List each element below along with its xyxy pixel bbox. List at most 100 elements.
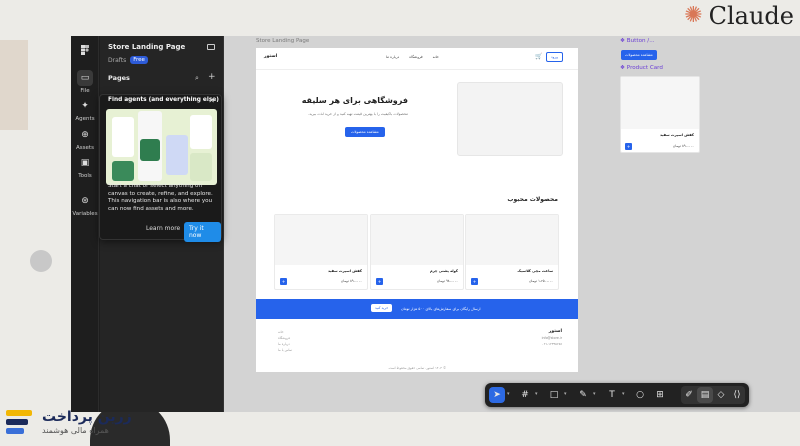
chevron-down-icon[interactable]: ▾ [564, 391, 567, 397]
footer-contact: info@store.ir [541, 336, 562, 340]
claude-wordmark: Claude [708, 2, 794, 30]
rail-label: Assets [76, 145, 94, 151]
zarinpal-mark-icon [6, 408, 36, 436]
product-price: ۱،۲۵۰،۰۰۰ تومان [528, 279, 553, 283]
popover-title: Find agents (and everything else) [108, 97, 219, 103]
claude-logo: ✺ Claude [684, 2, 794, 30]
background-shape [0, 40, 28, 130]
product-price: ۹۸۰،۰۰۰ تومان [436, 279, 458, 283]
close-icon[interactable]: ✕ [208, 96, 215, 105]
bottom-toolbar: ➤ ▾ # ▾ □ ▾ ✎ ▾ T ▾ ○ ⊞ ✐ ▤ ◇ ⟨⟩ [485, 383, 749, 407]
product-name: کفش اسپرت سفید [659, 133, 694, 137]
popover-illustration [106, 109, 217, 185]
rail-item-file[interactable]: ▭ File [71, 70, 99, 94]
product-image [275, 215, 367, 265]
illustration-card [112, 161, 134, 181]
nav-link[interactable]: درباره ما [386, 55, 399, 59]
comment-tool-icon[interactable]: ○ [632, 387, 648, 403]
drafts-label[interactable]: Drafts [108, 57, 126, 64]
panel-toggle-icon[interactable] [207, 44, 215, 50]
claude-star-icon: ✺ [684, 3, 703, 28]
design-mode-icon[interactable]: ▤ [697, 387, 713, 403]
learn-more-button[interactable]: Learn more [146, 225, 180, 232]
illustration-card [140, 139, 160, 161]
agents-icon: ✦ [81, 101, 89, 111]
component-label-card[interactable]: ❖ Product Card [620, 65, 663, 71]
promo-banner: ارسال رایگان برای سفارش‌های بالای ۵۰۰ هز… [256, 299, 578, 319]
mode-switcher: ✐ ▤ ◇ ⟨⟩ [681, 386, 745, 404]
nav-link[interactable]: خانه [433, 55, 439, 59]
product-card[interactable]: کفش اسپرت سفید ۸۹۰،۰۰۰ تومان + [274, 214, 368, 290]
footer-brand: استور [548, 329, 562, 334]
component-label-button[interactable]: ❖ Button /... [620, 38, 655, 44]
nav-link[interactable]: فروشگاه [409, 55, 422, 59]
canvas[interactable]: Store Landing Page استور درباره ما فروشگ… [224, 36, 800, 412]
illustration-card [190, 153, 212, 181]
product-name: کفش اسپرت سفید [327, 269, 362, 273]
add-to-cart-icon[interactable]: + [471, 278, 478, 285]
background-dot [30, 250, 52, 272]
file-title[interactable]: Store Landing Page [108, 43, 185, 51]
site-navbar: استور درباره ما فروشگاه خانه 🛒 ورود [256, 48, 578, 70]
add-to-cart-icon[interactable]: + [280, 278, 287, 285]
banner-button[interactable]: خرید کنید [371, 304, 393, 312]
prototype-mode-icon[interactable]: ◇ [713, 387, 729, 403]
site-nav-links: درباره ما فروشگاه خانه [386, 55, 439, 59]
product-price: ۸۹۰،۰۰۰ تومان [672, 144, 694, 148]
design-app-window: ▭ File ✦ Agents ⊕ Assets ▣ Tools ⊛ Varia… [71, 36, 800, 412]
search-icon[interactable]: ⌕ [195, 74, 199, 83]
component-product-card[interactable]: کفش اسپرت سفید ۸۹۰،۰۰۰ تومان + [620, 76, 700, 153]
landing-page-frame[interactable]: استور درباره ما فروشگاه خانه 🛒 ورود فروش… [256, 48, 578, 372]
product-price: ۸۹۰،۰۰۰ تومان [340, 279, 362, 283]
add-page-icon[interactable]: + [208, 72, 216, 82]
file-location: Drafts Free [108, 56, 148, 64]
footer-link[interactable]: تماس با ما [278, 347, 292, 353]
frame-tool-icon[interactable]: # [517, 387, 533, 403]
chevron-down-icon[interactable]: ▾ [535, 391, 538, 397]
chevron-down-icon[interactable]: ▾ [593, 391, 596, 397]
chevron-down-icon[interactable]: ▾ [507, 391, 510, 397]
plan-badge: Free [130, 56, 148, 64]
product-image [466, 215, 558, 265]
product-image [621, 77, 699, 129]
nav-rail: ▭ File ✦ Agents ⊕ Assets ▣ Tools ⊛ Varia… [71, 36, 99, 412]
product-card[interactable]: ساعت مچی کلاسیک ۱،۲۵۰،۰۰۰ تومان + [465, 214, 559, 290]
illustration-card [166, 135, 188, 175]
product-name: کوله پشتی چرم [430, 269, 458, 273]
hero-cta-button[interactable]: مشاهده محصولات [345, 127, 385, 137]
product-card[interactable]: کوله پشتی چرم ۹۸۰،۰۰۰ تومان + [370, 214, 464, 290]
login-button[interactable]: ورود [546, 52, 563, 62]
component-button[interactable]: مشاهده محصولات [621, 50, 657, 60]
pen-tool-icon[interactable]: ✎ [575, 387, 591, 403]
rail-item-agents[interactable]: ✦ Agents [71, 98, 99, 122]
chevron-down-icon[interactable]: ▾ [622, 391, 625, 397]
variables-icon: ⊛ [81, 196, 89, 206]
product-name: ساعت مچی کلاسیک [517, 269, 553, 273]
hero-image-placeholder [457, 82, 563, 156]
tools-icon: ▣ [80, 158, 90, 168]
rectangle-tool-icon[interactable]: □ [546, 387, 562, 403]
footer-contact: ۰۲۱-۱۲۳۴۵۶۷۸ [542, 342, 562, 346]
popover-body: Start a chat or select anything on canva… [108, 183, 213, 212]
pages-heading: Pages [108, 74, 130, 82]
dev-mode-icon[interactable]: ⟨⟩ [729, 387, 745, 403]
rail-item-tools[interactable]: ▣ Tools [71, 155, 99, 179]
add-to-cart-icon[interactable]: + [376, 278, 383, 285]
rail-item-variables[interactable]: ⊛ Variables [71, 193, 99, 217]
illustration-card [190, 115, 212, 149]
move-tool-icon[interactable]: ➤ [489, 387, 505, 403]
add-to-cart-icon[interactable]: + [625, 143, 632, 150]
brand-tagline: همراه مالی هوشمند [42, 425, 109, 435]
actions-icon[interactable]: ⊞ [652, 387, 668, 403]
draw-mode-icon[interactable]: ✐ [681, 387, 697, 403]
rail-item-assets[interactable]: ⊕ Assets [71, 127, 99, 151]
try-it-now-button[interactable]: Try it now [184, 222, 221, 242]
text-tool-icon[interactable]: T [604, 387, 620, 403]
rail-label: File [80, 88, 90, 94]
rail-label: Variables [72, 211, 98, 217]
assets-icon: ⊕ [81, 130, 89, 140]
cart-icon[interactable]: 🛒 [535, 53, 542, 60]
frame-label[interactable]: Store Landing Page [256, 38, 309, 44]
app-logo[interactable] [71, 42, 99, 58]
app-logo-icon [77, 42, 93, 58]
